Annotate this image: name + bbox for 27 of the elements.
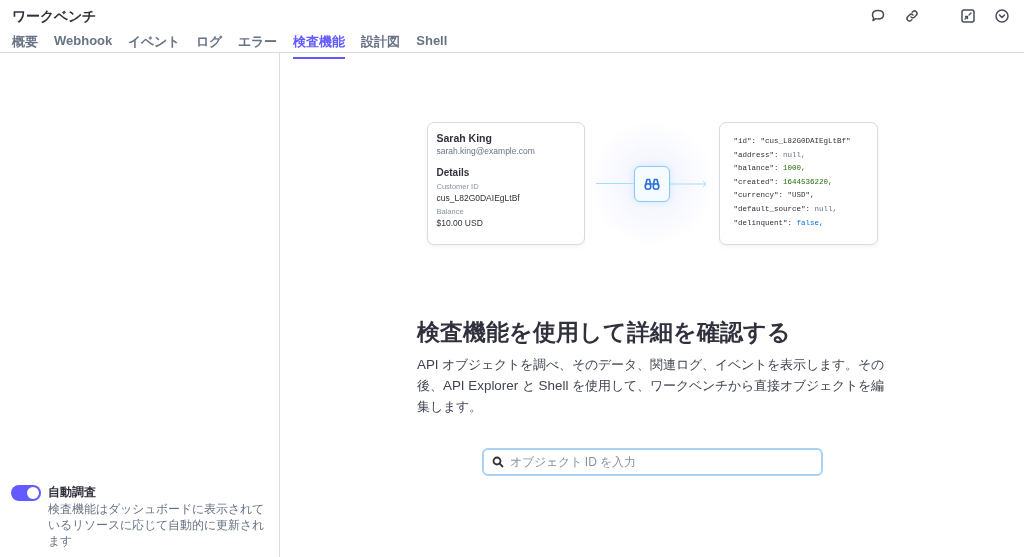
link-icon[interactable] — [904, 8, 920, 24]
tab[interactable]: エラー — [238, 31, 278, 59]
search-field[interactable]: オブジェクト ID を入力 — [481, 448, 823, 476]
tab[interactable]: Webhook — [54, 31, 113, 59]
tab[interactable]: 検査機能 — [293, 31, 346, 59]
description: API オブジェクトを調べ、そのデータ、関連ログ、イベントを表示します。その後、API Explorer と Shell を使用して、ワークベンチから直接オブジェクトを編集します。 — [417, 356, 886, 416]
heading: 検査機能を使用して詳細を確認する — [417, 318, 792, 347]
field-value: cus_L82G0DAIEgLtBf — [436, 193, 521, 203]
search-icon — [491, 456, 504, 468]
speech-bubble-icon[interactable] — [870, 8, 886, 24]
arrow-line — [669, 179, 708, 188]
field-value: $10.00 USD — [436, 218, 484, 228]
tab[interactable]: イベント — [128, 31, 181, 59]
customer-email: sarah.king@example.com — [436, 146, 536, 156]
customer-name: Sarah King — [436, 132, 493, 144]
toggle-description: 検査機能はダッシュボードに表示されているリソースに応じて自動的に更新されます — [48, 501, 265, 549]
collapse-icon[interactable] — [960, 8, 976, 24]
tab[interactable]: Shell — [416, 31, 448, 59]
binoculars-icon — [643, 176, 660, 191]
chevron-down-icon[interactable] — [994, 8, 1010, 24]
section-title: Details — [436, 167, 471, 178]
tab[interactable]: ログ — [196, 31, 223, 59]
toggle-switch[interactable] — [11, 485, 41, 501]
tab[interactable]: 概要 — [12, 31, 38, 59]
window-title: ワークベンチ — [12, 8, 96, 26]
tab[interactable]: 設計図 — [361, 31, 401, 59]
toggle-label: 自動調査 — [48, 484, 97, 501]
